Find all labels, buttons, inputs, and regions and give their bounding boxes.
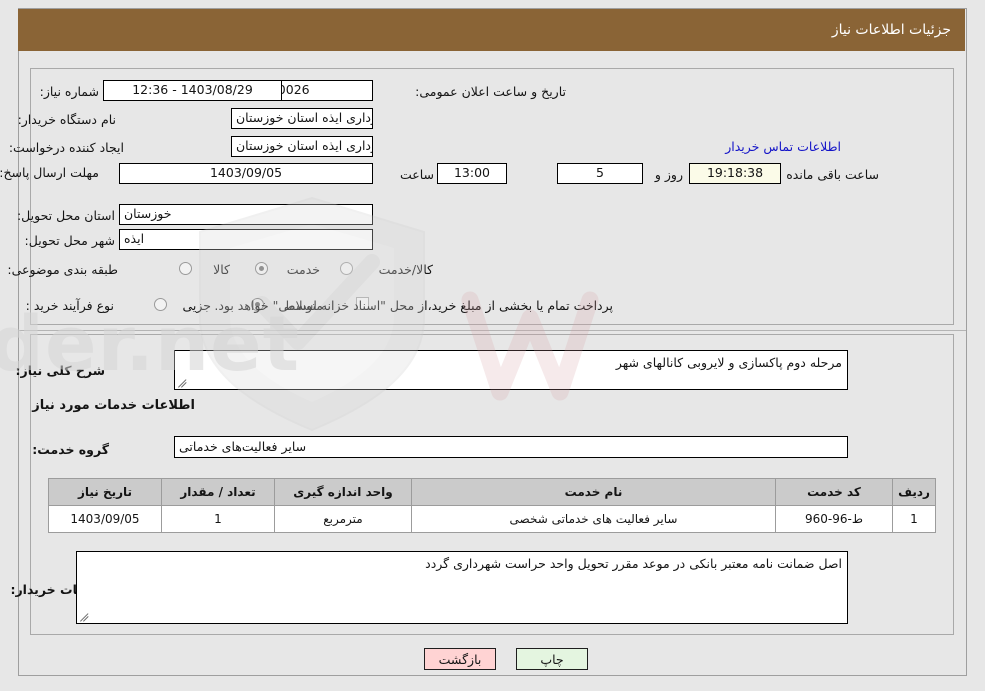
requester-value: برزو فتح اله پور کاربرداز شهرداری ایذه ا… [231, 136, 373, 157]
public-announcement-label: تاریخ و ساعت اعلان عمومی: [415, 84, 566, 99]
services-table: ردیف کد خدمت نام خدمت واحد اندازه گیری ت… [48, 478, 936, 533]
category-label: طبقه بندی موضوعی: [7, 262, 118, 277]
table-row: 1 ط-96-960 سایر فعالیت های خدماتی شخصی م… [48, 505, 936, 533]
deadline-label: مهلت ارسال پاسخ: تا تاریخ: [0, 165, 99, 180]
td-unit: مترمربع [274, 505, 412, 533]
td-date: 1403/09/05 [48, 505, 162, 533]
delivery-province-value: خوزستان [119, 204, 373, 225]
buyer-org-label: نام دستگاه خریدار: [17, 112, 116, 127]
buyer-contact-link[interactable]: اطلاعات تماس خریدار [725, 139, 841, 154]
section-divider [19, 330, 966, 331]
page-root: AriaTender.net . جزئیات اطلاعات نیاز شما… [0, 0, 985, 691]
deadline-label-text: مهلت ارسال پاسخ: تا تاریخ: [0, 165, 99, 180]
print-button[interactable]: چاپ [516, 648, 588, 670]
category-option-kala-khedmat[interactable]: کالا/خدمت [379, 262, 433, 277]
general-desc-value: مرحله دوم پاکسازی و لایروبی کانالهای شهر [615, 355, 842, 370]
td-name: سایر فعالیت های خدماتی شخصی [411, 505, 776, 533]
deadline-date-value: 1403/09/05 [119, 163, 373, 184]
delivery-province-label: استان محل تحویل: [16, 208, 115, 223]
th-quantity: تعداد / مقدار [161, 478, 275, 506]
delivery-city-label: شهر محل تحویل: [24, 233, 115, 248]
category-radio-kala[interactable] [179, 262, 192, 275]
deadline-countdown-value: 19:18:38 [689, 163, 781, 184]
back-button[interactable]: بازگشت [424, 648, 496, 670]
purchase-type-option-jozei[interactable]: جزیی [182, 298, 211, 313]
deadline-time-label: ساعت [399, 167, 434, 182]
service-group-label: گروه خدمت: [32, 442, 109, 457]
purchase-type-radio-jozei[interactable] [154, 298, 167, 311]
resize-grip-icon[interactable] [80, 612, 90, 622]
resize-grip-icon[interactable] [178, 378, 188, 388]
services-heading: اطلاعات خدمات مورد نیاز [32, 398, 195, 413]
table-header-row: ردیف کد خدمت نام خدمت واحد اندازه گیری ت… [48, 478, 936, 506]
service-group-value: سایر فعالیت‌های خدماتی [174, 436, 848, 458]
buyer-org-value: شهرداری ایذه استان خوزستان [231, 108, 373, 129]
deadline-days-value: 5 [557, 163, 643, 184]
page-title: جزئیات اطلاعات نیاز [831, 22, 951, 38]
deadline-countdown-label: ساعت باقی مانده [786, 167, 879, 182]
buyer-notes-textarea[interactable]: اصل ضمانت نامه معتبر بانکی در موعد مقرر … [76, 551, 848, 624]
td-quantity: 1 [161, 505, 275, 533]
category-radio-kala-khedmat[interactable] [340, 262, 353, 275]
th-code: کد خدمت [775, 478, 893, 506]
th-row: ردیف [892, 478, 936, 506]
window-titlebar: جزئیات اطلاعات نیاز [18, 9, 965, 51]
deadline-days-label: روز و [654, 167, 683, 182]
treasury-bond-note: پرداخت تمام یا بخشی از مبلغ خرید،از محل … [214, 298, 613, 313]
th-unit: واحد اندازه گیری [274, 478, 412, 506]
buyer-notes-value: اصل ضمانت نامه معتبر بانکی در موعد مقرر … [425, 556, 842, 571]
th-name: نام خدمت [411, 478, 776, 506]
category-radio-khedmat[interactable] [255, 262, 268, 275]
purchase-type-label: نوع فرآیند خرید : [25, 298, 114, 313]
requester-label: ایجاد کننده درخواست: [8, 140, 124, 155]
td-row: 1 [892, 505, 936, 533]
general-desc-textarea[interactable]: مرحله دوم پاکسازی و لایروبی کانالهای شهر [174, 350, 848, 390]
td-code: ط-96-960 [775, 505, 893, 533]
category-option-kala[interactable]: کالا [213, 262, 230, 277]
deadline-time-value: 13:00 [437, 163, 507, 184]
category-option-khedmat[interactable]: خدمت [287, 262, 320, 277]
general-desc-label: شرح کلی نیاز: [15, 363, 105, 378]
need-summary-panel [30, 68, 954, 325]
delivery-city-value: ایذه [119, 229, 373, 250]
th-date: تاریخ نیاز [48, 478, 162, 506]
need-number-label: شماره نیاز: [39, 84, 99, 99]
public-announcement-value: 1403/08/29 - 12:36 [103, 80, 282, 101]
